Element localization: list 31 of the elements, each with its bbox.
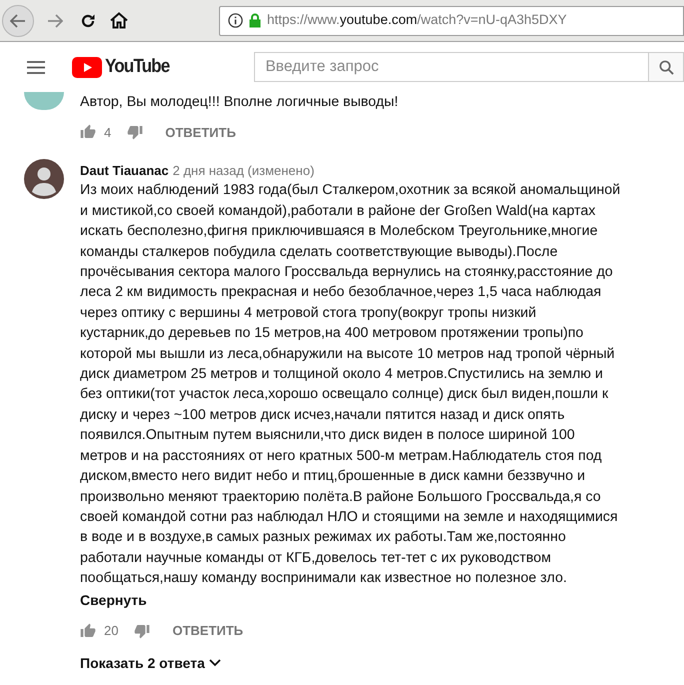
chevron-down-icon	[208, 659, 221, 668]
thumbs-up-icon[interactable]	[80, 622, 96, 639]
comment-text: Автор, Вы молодец!!! Вполне логичные выводы!	[80, 93, 400, 112]
thumbs-down-icon[interactable]	[127, 124, 144, 140]
logo-text: YouTube	[105, 54, 170, 79]
comment-text: Из моих наблюдений 1983 года(был Сталкером,охотник за всякой аномальщиной и мистикой,со своей командой),работали в районе der Großen Wald(на картах искать бесполезно,фигня приключившаяся в Молебском Треугольнике,многие команды сталкеров побудила сделать соответствующие выводы).После прочёсывания сектора малого Гроссвальда вернулись на стоянку,расстояние до леса 2 км видимость прекрасная и небо безоблачное,через 1,5 часа наблюдая через оптику с вершины 4 метровой стога тропу(вокруг тропы низкий кустарник,до деревьев по 15 метров,на 400 метровом протяжении тропы)по которой мы вышли из леса,обнаружили на высоте 10 метров над тропой чёрный диск диаметром 25 метров и толщиной около 4 метров.Спустились на землю и без оптики(тот участок леса,хорошо освещало солнце) диск был виден,пошли к диску и через ~100 метров диск исчез,начали пятится назад и диск опять появился.Опытным путем выяснили,что диск виден в полосе шириной 100 метров и на расстояниях от него кратных 500-м метрам.Наблюдатель стоя под диском,вместо него видит небо и птиц,брошенные в диск камни беззвучно и произвольно меняют траекторию полёта.В районе Большого Гроссвальда,я со своей командой сотни раз наблюдал НЛО и стоящими на земле и находящимися в воде и в воздухе,в самых разных режимах их работы.Там же,постоянно работали научные команды от КГБ,довелось тет-тет с их руководством пообщаться,нашу команду воспринимали как известное но полезное зло.	[80, 181, 622, 588]
comment-time: 2 дня назад (изменено)	[172, 162, 314, 180]
menu-icon[interactable]	[27, 60, 45, 74]
home-icon[interactable]	[110, 12, 128, 29]
reply-button[interactable]: ОТВЕТИТЬ	[157, 118, 244, 146]
info-icon[interactable]	[228, 13, 243, 28]
forward-arrow-icon[interactable]	[47, 14, 63, 28]
search-button[interactable]	[649, 52, 684, 82]
thumbs-up-icon[interactable]	[80, 124, 96, 140]
lock-icon	[249, 13, 261, 28]
search-icon	[658, 60, 674, 74]
search-field[interactable]: Введите запрос	[254, 52, 650, 82]
collapse-link[interactable]: Свернуть	[80, 588, 147, 611]
show-replies-button[interactable]: Показать 2 ответа	[80, 652, 221, 674]
back-button[interactable]	[2, 4, 34, 36]
like-count: 4	[104, 124, 112, 142]
play-logo-icon	[72, 56, 102, 78]
reply-button[interactable]: ОТВЕТИТЬ	[164, 616, 252, 644]
address-bar[interactable]: https://www.youtube.com/watch?v=nU-qA3h5DXY	[219, 6, 684, 36]
url-text: https://www.youtube.com/watch?v=nU-qA3h5DXY	[267, 11, 567, 30]
thumbs-down-icon[interactable]	[134, 622, 150, 639]
youtube-logo[interactable]: YouTube	[72, 52, 176, 82]
back-arrow-icon	[10, 14, 26, 28]
author-name[interactable]: Daut Tiauanac	[80, 160, 169, 180]
like-count: 20	[104, 622, 118, 640]
reload-icon[interactable]	[80, 12, 96, 28]
